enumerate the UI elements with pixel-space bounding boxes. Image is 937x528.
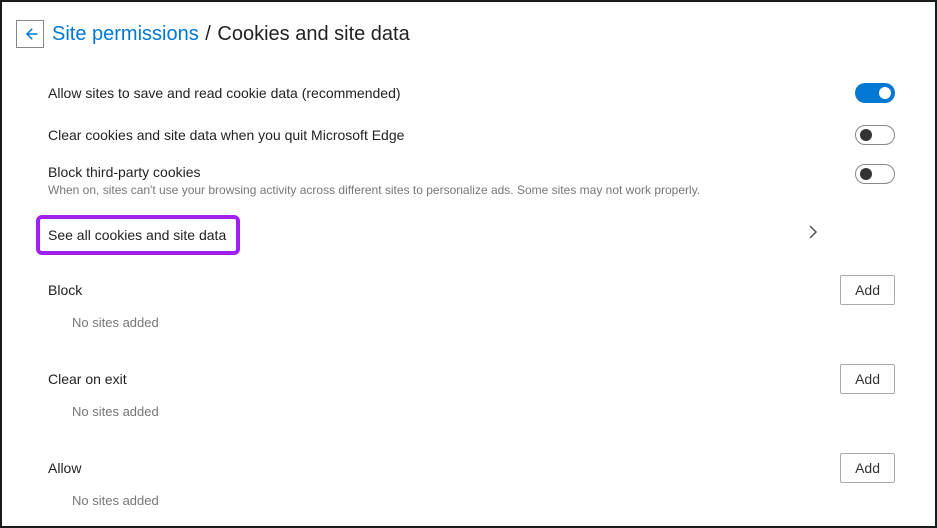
toggle-block-third-party[interactable] [855, 164, 895, 184]
setting-see-all-row[interactable]: See all cookies and site data [48, 207, 895, 261]
setting-title: Block third-party cookies [48, 164, 855, 180]
setting-title: Clear cookies and site data when you qui… [48, 127, 855, 143]
toggle-knob [860, 168, 872, 180]
section-title: Clear on exit [48, 371, 127, 387]
setting-title: See all cookies and site data [48, 227, 226, 243]
toggle-allow-cookies[interactable] [855, 83, 895, 103]
breadcrumb-current: Cookies and site data [217, 23, 409, 45]
chevron-right-icon [807, 224, 819, 245]
setting-description: When on, sites can't use your browsing a… [48, 183, 855, 197]
breadcrumb: Site permissions / Cookies and site data [52, 23, 410, 46]
empty-clear-on-exit-text: No sites added [48, 394, 895, 431]
toggle-knob [879, 87, 891, 99]
add-allow-button[interactable]: Add [840, 453, 895, 483]
section-allow: Allow Add [48, 447, 895, 483]
highlight-annotation: See all cookies and site data [36, 215, 240, 255]
back-button[interactable] [16, 20, 44, 48]
setting-clear-on-quit: Clear cookies and site data when you qui… [48, 114, 895, 156]
toggle-knob [860, 129, 872, 141]
section-clear-on-exit: Clear on exit Add [48, 358, 895, 394]
setting-title: Allow sites to save and read cookie data… [48, 85, 855, 101]
section-block: Block Add [48, 269, 895, 305]
empty-block-text: No sites added [48, 305, 895, 342]
toggle-clear-on-quit[interactable] [855, 125, 895, 145]
breadcrumb-link[interactable]: Site permissions [52, 23, 199, 45]
settings-content: Allow sites to save and read cookie data… [2, 58, 935, 520]
header: Site permissions / Cookies and site data [2, 2, 935, 58]
empty-allow-text: No sites added [48, 483, 895, 520]
breadcrumb-separator: / [200, 23, 217, 45]
setting-block-third-party: Block third-party cookies When on, sites… [48, 156, 895, 207]
setting-allow-cookies: Allow sites to save and read cookie data… [48, 72, 895, 114]
section-title: Block [48, 282, 82, 298]
add-block-button[interactable]: Add [840, 275, 895, 305]
arrow-left-icon [21, 25, 39, 43]
add-clear-on-exit-button[interactable]: Add [840, 364, 895, 394]
section-title: Allow [48, 460, 81, 476]
